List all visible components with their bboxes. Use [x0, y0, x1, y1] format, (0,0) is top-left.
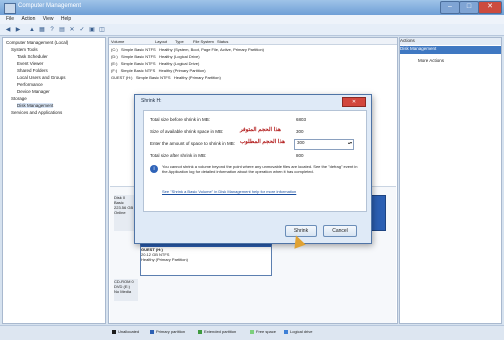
tree-item-shared-folders[interactable]: Shared Folders — [17, 68, 48, 73]
show-hide-tree-icon[interactable]: ▦ — [38, 26, 46, 34]
maximize-button[interactable]: □ — [459, 1, 479, 14]
back-icon[interactable]: ◀ — [4, 26, 12, 34]
legend-unallocated: Unallocated — [112, 329, 139, 334]
volume-row[interactable]: (C:) Simple Basic NTFS Healthy (System, … — [111, 47, 264, 53]
folder-icon[interactable]: ▣ — [88, 26, 96, 34]
properties-icon[interactable]: ▤ — [58, 26, 66, 34]
legend-extended: Extended partition — [198, 329, 236, 334]
navigation-tree: Computer Management (Local) System Tools… — [2, 37, 106, 324]
delete-icon[interactable]: ✕ — [68, 26, 76, 34]
tree-item-performance[interactable]: Performance — [17, 82, 43, 87]
tree-item-disk-management[interactable]: Disk Management — [17, 103, 54, 108]
menu-bar: File Action View Help — [0, 15, 504, 24]
volume-row[interactable]: (D:) Simple Basic NTFS Healthy (Logical … — [111, 54, 200, 60]
help-icon[interactable]: ? — [48, 26, 56, 34]
tree-item-local-users[interactable]: Local Users and Groups — [17, 75, 66, 80]
info-icon: i — [150, 165, 158, 173]
column-status[interactable]: Status — [217, 39, 228, 44]
cdrom-0-label[interactable]: CD-ROM 0 DVD (E:) No Media — [114, 279, 138, 301]
dialog-close-button[interactable]: ✕ — [342, 97, 366, 107]
actions-pane: Actions Disk Management More Actions — [399, 37, 502, 324]
forward-icon[interactable]: ▶ — [14, 26, 22, 34]
tree-item-device-manager[interactable]: Device Manager — [17, 89, 50, 94]
minimize-button[interactable]: – — [440, 1, 460, 14]
window-title: Computer Management — [18, 3, 82, 9]
dialog-body: Total size before shrink in MB: 6803 Siz… — [143, 110, 367, 212]
legend-primary: Primary partition — [150, 329, 185, 334]
menu-help[interactable]: Help — [61, 16, 71, 22]
more-actions-link[interactable]: More Actions — [418, 58, 444, 63]
column-file-system[interactable]: File System — [193, 39, 214, 44]
menu-file[interactable]: File — [6, 16, 14, 22]
view-icon[interactable]: ◫ — [98, 26, 106, 34]
total-size-label: Total size before shrink in MB: — [150, 117, 211, 122]
dialog-title: Shrink H: — [141, 98, 162, 104]
up-icon[interactable]: ▲ — [28, 26, 36, 34]
shrink-dialog: Shrink H: ✕ Total size before shrink in … — [134, 94, 372, 244]
tree-item-root[interactable]: Computer Management (Local) — [6, 40, 68, 45]
volume-list-header: Volume Layout Type File System Status — [109, 38, 397, 45]
legend-logical: Logical drive — [284, 329, 312, 334]
tree-item-services[interactable]: Services and Applications — [11, 110, 62, 115]
shrink-note: You cannot shrink a volume beyond the po… — [162, 164, 358, 174]
toolbar: ◀ ▶ ▲ ▦ ? ▤ ✕ ✓ ▣ ◫ — [0, 24, 504, 36]
title-bar: Computer Management – □ ✕ — [0, 0, 504, 15]
annotation-available: هذا الحجم المتوفر — [240, 127, 281, 133]
total-size-value: 6803 — [296, 117, 307, 122]
tree-item-task-scheduler[interactable]: Task Scheduler — [17, 54, 48, 59]
check-icon[interactable]: ✓ — [78, 26, 86, 34]
column-type[interactable]: Type — [175, 39, 184, 44]
shrink-amount-input[interactable]: 300 ▴▾ — [294, 139, 354, 150]
size-after-value: 800 — [296, 153, 304, 158]
tree-item-storage[interactable]: Storage — [11, 96, 27, 101]
help-link[interactable]: See "Shrink a Basic Volume" in Disk Mana… — [162, 189, 360, 194]
close-button[interactable]: ✕ — [478, 1, 502, 14]
column-layout[interactable]: Layout — [155, 39, 167, 44]
available-space-label: Size of available shrink space in MB: — [150, 129, 224, 134]
cancel-button[interactable]: Cancel — [323, 225, 357, 237]
tree-item-system-tools[interactable]: System Tools — [11, 47, 38, 52]
shrink-amount-label: Enter the amount of space to shrink in M… — [150, 141, 236, 146]
volume-row[interactable]: (E:) Simple Basic NTFS Healthy (Logical … — [111, 61, 199, 67]
spinner-arrows-icon[interactable]: ▴▾ — [348, 140, 352, 145]
actions-disk-management[interactable]: Disk Management — [400, 46, 501, 54]
volume-row[interactable]: GUEST (H:) Simple Basic NTFS Healthy (Pr… — [111, 75, 221, 81]
tree-item-event-viewer[interactable]: Event Viewer — [17, 61, 43, 66]
computer-management-icon — [4, 3, 16, 14]
menu-view[interactable]: View — [43, 16, 54, 22]
volume-row[interactable]: (F:) Simple Basic NTFS Healthy (Primary … — [111, 68, 206, 74]
volume-guest-partition[interactable]: GUEST (H:) 20.12 GB NTFS Healthy (Primar… — [140, 243, 272, 276]
legend-free: Free space — [250, 329, 276, 334]
status-bar: Unallocated Primary partition Extended p… — [0, 325, 504, 340]
column-volume[interactable]: Volume — [111, 39, 124, 44]
menu-action[interactable]: Action — [21, 16, 35, 22]
size-after-label: Total size after shrink in MB: — [150, 153, 207, 158]
actions-header: Actions — [400, 38, 501, 45]
annotation-requested: هذا الحجم المطلوب — [240, 139, 286, 145]
available-space-value: 300 — [296, 129, 304, 134]
